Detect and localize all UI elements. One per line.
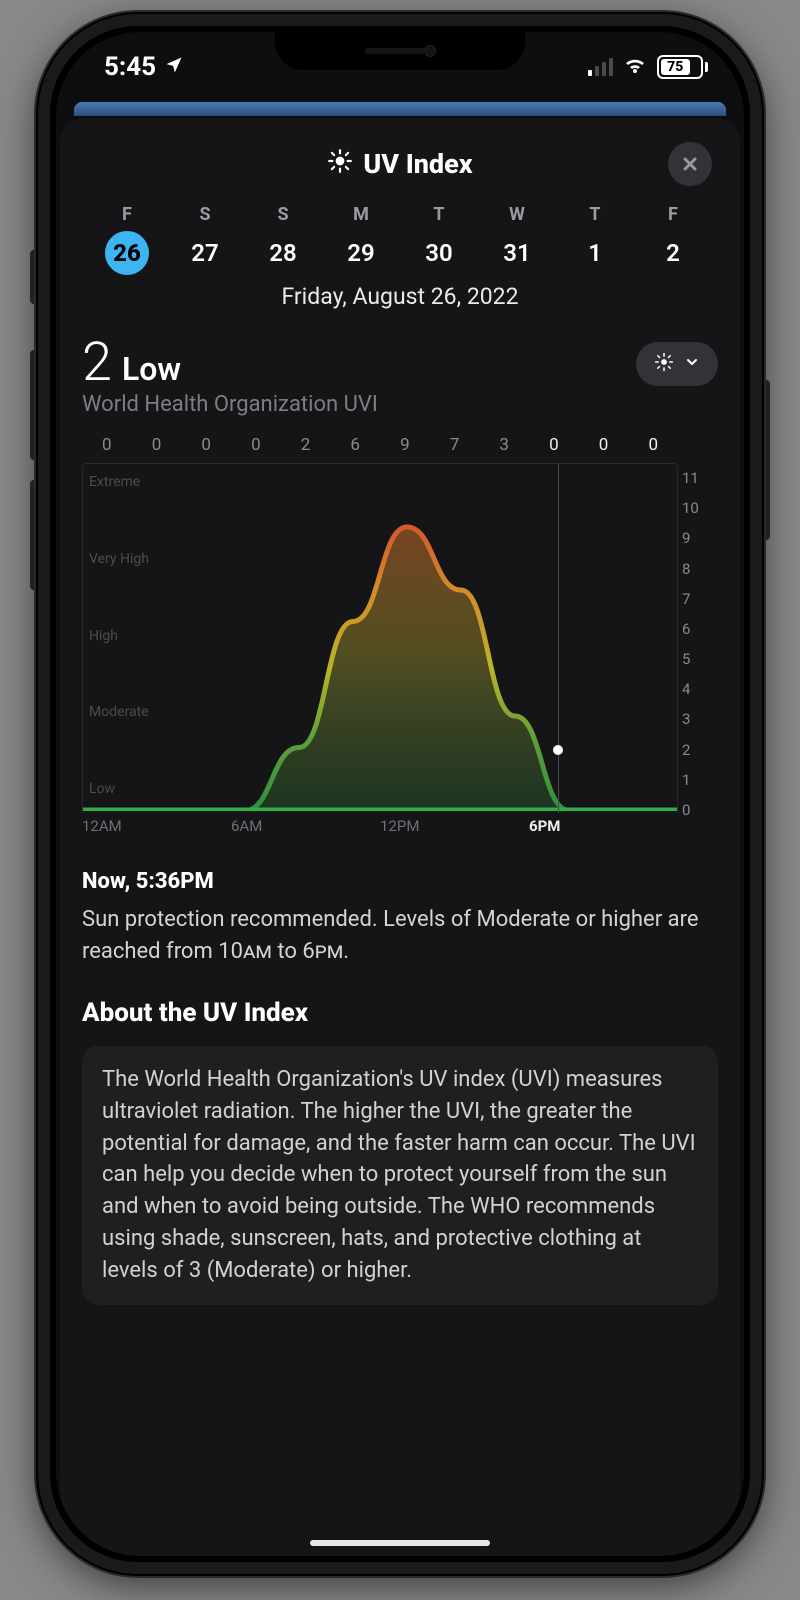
about-heading: About the UV Index <box>82 998 718 1028</box>
day-of-week: W <box>509 204 525 225</box>
day-tabs: F26S27S28M29T30W31T1F2 <box>82 204 718 275</box>
notch <box>275 32 525 70</box>
chart-x-axis: 12AM6AM12PM6PM <box>82 817 678 835</box>
selected-date: Friday, August 26, 2022 <box>82 283 718 310</box>
chart-plot[interactable]: ExtremeVery HighHighModerateLow <box>82 463 678 813</box>
day-tab[interactable]: S 28 <box>244 204 322 275</box>
home-indicator[interactable] <box>310 1540 490 1546</box>
uv-value: 2 <box>82 336 112 390</box>
status-time: 5:45 <box>104 52 156 82</box>
chart-hourly-values: 000026973000 <box>82 435 678 455</box>
about-body: The World Health Organization's UV index… <box>82 1046 718 1305</box>
wifi-icon <box>623 52 647 82</box>
now-line <box>558 464 559 813</box>
day-of-week: M <box>353 204 369 225</box>
chart-y-axis: 11109876543210 <box>682 469 714 819</box>
day-tab[interactable]: T 30 <box>400 204 478 275</box>
day-number: 27 <box>183 231 227 275</box>
now-dot <box>553 745 563 755</box>
day-number: 31 <box>495 231 539 275</box>
day-of-week: T <box>433 204 444 225</box>
uv-chart: 000026973000 <box>82 435 718 835</box>
day-number: 2 <box>651 231 695 275</box>
day-tab[interactable]: W 31 <box>478 204 556 275</box>
metric-picker[interactable] <box>636 342 718 386</box>
uv-level: Low <box>122 350 181 388</box>
sun-icon <box>654 352 674 376</box>
sheet-title-text: UV Index <box>363 148 472 180</box>
day-tab[interactable]: M 29 <box>322 204 400 275</box>
day-number: 28 <box>261 231 305 275</box>
uv-source: World Health Organization UVI <box>82 392 378 417</box>
day-of-week: S <box>199 204 210 225</box>
uv-summary: 2 Low <box>82 336 378 390</box>
day-number: 29 <box>339 231 383 275</box>
day-tab[interactable]: F 26 <box>88 204 166 275</box>
day-of-week: T <box>589 204 600 225</box>
location-arrow-icon <box>164 52 184 82</box>
cellular-icon <box>588 58 613 76</box>
day-tab[interactable]: T1 <box>556 204 634 275</box>
now-advice: Sun protection recommended. Levels of Mo… <box>82 904 718 968</box>
day-number: 1 <box>573 231 617 275</box>
now-label: Now, 5:36PM <box>82 869 718 894</box>
day-of-week: S <box>277 204 288 225</box>
day-number: 30 <box>417 231 461 275</box>
day-tab[interactable]: F2 <box>634 204 712 275</box>
close-icon <box>680 154 700 174</box>
close-button[interactable] <box>668 142 712 186</box>
detail-sheet[interactable]: UV Index F26S27S28M29T30W31T1F2 Friday, … <box>60 118 740 1556</box>
day-of-week: F <box>122 204 132 225</box>
sun-icon <box>327 148 353 181</box>
phone-frame: 5:45 75 <box>38 14 762 1574</box>
screen: 5:45 75 <box>56 32 744 1556</box>
day-tab[interactable]: S 27 <box>166 204 244 275</box>
battery-indicator: 75 <box>657 55 708 79</box>
chevron-down-icon <box>684 354 700 374</box>
battery-percent: 75 <box>661 59 690 75</box>
chart-area <box>83 464 677 811</box>
background-sheet-peek <box>74 102 726 116</box>
day-of-week: F <box>668 204 678 225</box>
sheet-title: UV Index <box>327 148 472 181</box>
day-number: 26 <box>105 231 149 275</box>
